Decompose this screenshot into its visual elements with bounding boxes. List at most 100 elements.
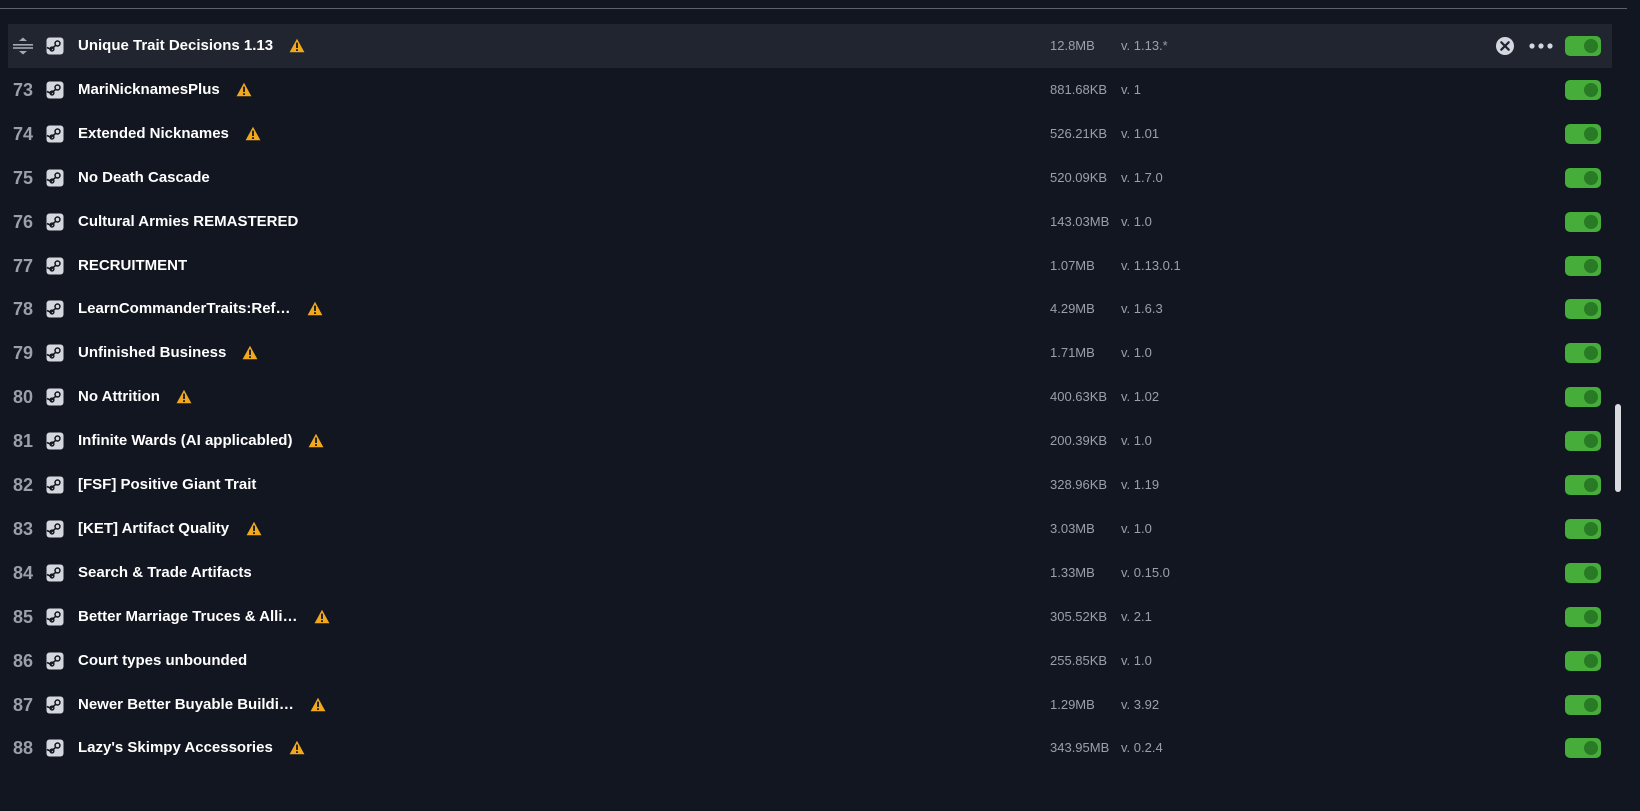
mod-version: v. 1.0	[1121, 652, 1152, 668]
mod-row[interactable]: 85 Better Marriage Truces & Alli… 305.52KB…	[8, 595, 1612, 639]
mod-row[interactable]: 76 Cultural Armies REMASTERED 143.03MB v. 1…	[8, 200, 1612, 244]
mod-manager-page: Unique Trait Decisions 1.13 12.8MB v. 1.13…	[0, 0, 1640, 811]
mod-row[interactable]: 82 [FSF] Positive Giant Trait 328.96KB v. 1…	[8, 463, 1612, 507]
mod-size: 526.21KB	[1050, 125, 1108, 141]
enable-toggle[interactable]	[1565, 387, 1601, 408]
mod-version: v. 2.1	[1121, 608, 1152, 624]
mod-list: Unique Trait Decisions 1.13 12.8MB v. 1.13…	[8, 24, 1612, 811]
mod-row[interactable]: 74 Extended Nicknames 526.21KB v. 1.01	[8, 112, 1612, 156]
mod-row[interactable]: 73 MariNicknamesPlus 881.68KB v. 1	[8, 68, 1612, 112]
mod-name: Unique Trait Decisions 1.13	[78, 37, 274, 54]
warning-icon[interactable]	[242, 345, 258, 360]
more-options-icon[interactable]	[1528, 36, 1554, 56]
toggle-knob	[1584, 126, 1598, 141]
warning-icon[interactable]	[176, 389, 192, 404]
steam-icon	[46, 652, 64, 670]
top-divider	[0, 8, 1627, 9]
enable-toggle[interactable]	[1565, 650, 1601, 671]
warning-icon[interactable]	[289, 38, 305, 53]
mod-row[interactable]: 80 No Attrition 400.63KB v. 1.02	[8, 375, 1612, 419]
steam-icon	[46, 125, 64, 143]
warning-icon[interactable]	[246, 521, 262, 536]
load-order-index: 78	[12, 299, 34, 320]
mod-row[interactable]: 75 No Death Cascade 520.09KB v. 1.7.0	[8, 156, 1612, 200]
mod-size: 3.03MB	[1050, 520, 1095, 536]
mod-row[interactable]: 81 Infinite Wards (AI applicabled) 200.39K…	[8, 419, 1612, 463]
mod-row[interactable]: 83 [KET] Artifact Quality 3.03MB v. 1.0	[8, 507, 1612, 551]
enable-toggle[interactable]	[1565, 255, 1601, 276]
mod-size: 1.07MB	[1050, 257, 1095, 273]
mod-name: Better Marriage Truces & Alli…	[78, 607, 298, 625]
steam-icon	[46, 696, 64, 714]
enable-toggle[interactable]	[1565, 299, 1601, 320]
steam-icon	[46, 213, 64, 231]
mod-row[interactable]: Unique Trait Decisions 1.13 12.8MB v. 1.13…	[8, 24, 1612, 68]
mod-size: 200.39KB	[1050, 433, 1108, 449]
warning-icon[interactable]	[307, 301, 323, 316]
mod-row[interactable]: 78 LearnCommanderTraits:Ref… 4.29MB v. 1.6.…	[8, 287, 1612, 331]
mod-row[interactable]: 84 Search & Trade Artifacts 1.33MB v. 0.15.…	[8, 551, 1612, 595]
scrollbar-thumb[interactable]	[1615, 404, 1621, 492]
mod-row[interactable]: 86 Court types unbounded 255.85KB v. 1.0	[8, 639, 1612, 683]
enable-toggle[interactable]	[1565, 694, 1601, 715]
enable-toggle[interactable]	[1565, 123, 1601, 144]
load-order-index: 80	[12, 387, 34, 408]
mod-version: v. 1.13.0.1	[1121, 257, 1181, 273]
remove-mod-icon[interactable]	[1495, 36, 1515, 56]
mod-row[interactable]: 88 Lazy's Skimpy Accessories 343.95MB v. 0.…	[8, 726, 1612, 770]
toggle-knob	[1584, 478, 1598, 492]
mod-version: v. 1.6.3	[1121, 301, 1163, 317]
mod-row[interactable]: 79 Unfinished Business 1.71MB v. 1.0	[8, 331, 1612, 375]
toggle-knob	[1584, 565, 1598, 580]
warning-icon[interactable]	[310, 697, 326, 712]
mod-row[interactable]: 77 RECRUITMENT 1.07MB v. 1.13.0.1	[8, 244, 1612, 288]
toggle-knob	[1584, 697, 1598, 712]
steam-icon	[46, 388, 64, 406]
mod-version: v. 1.19	[1121, 477, 1160, 492]
warning-icon[interactable]	[308, 433, 324, 448]
mod-size: 520.09KB	[1050, 169, 1108, 185]
enable-toggle[interactable]	[1565, 36, 1601, 56]
mod-size: 305.52KB	[1050, 608, 1108, 624]
mod-name: [FSF] Positive Giant Trait	[78, 476, 257, 493]
toggle-knob	[1584, 82, 1598, 97]
toggle-knob	[1584, 653, 1598, 668]
load-order-index: 85	[12, 606, 34, 627]
mod-size: 343.95MB	[1050, 740, 1110, 756]
mod-size: 1.71MB	[1050, 345, 1095, 361]
enable-toggle[interactable]	[1565, 606, 1601, 627]
mod-name: Search & Trade Artifacts	[78, 563, 252, 581]
load-order-index: 75	[12, 167, 34, 188]
mod-version: v. 1.0	[1121, 213, 1152, 229]
mod-version: v. 1.0	[1121, 520, 1152, 536]
enable-toggle[interactable]	[1565, 431, 1601, 452]
enable-toggle[interactable]	[1565, 518, 1601, 539]
mod-name: Lazy's Skimpy Accessories	[78, 739, 273, 757]
steam-icon	[46, 37, 64, 55]
warning-icon[interactable]	[245, 126, 261, 141]
enable-toggle[interactable]	[1565, 343, 1601, 364]
mod-version: v. 1.7.0	[1121, 169, 1163, 185]
enable-toggle[interactable]	[1565, 562, 1601, 583]
load-order-index: 88	[12, 738, 34, 759]
enable-toggle[interactable]	[1565, 79, 1601, 100]
mod-size: 4.29MB	[1050, 301, 1095, 317]
mod-name: Newer Better Buyable Buildi…	[78, 695, 294, 713]
mod-version: v. 1.0	[1121, 345, 1152, 361]
enable-toggle[interactable]	[1565, 738, 1601, 759]
mod-size: 12.8MB	[1050, 38, 1095, 53]
warning-icon[interactable]	[236, 82, 252, 97]
steam-icon	[46, 257, 64, 275]
toggle-knob	[1584, 170, 1598, 185]
warning-icon[interactable]	[289, 740, 305, 755]
mod-name: Infinite Wards (AI applicabled)	[78, 432, 293, 450]
mod-row[interactable]: 87 Newer Better Buyable Buildi… 1.29MB v. 3…	[8, 683, 1612, 727]
toggle-knob	[1584, 741, 1598, 756]
warning-icon[interactable]	[314, 609, 330, 624]
enable-toggle[interactable]	[1565, 475, 1601, 495]
load-order-index: 73	[12, 79, 34, 100]
enable-toggle[interactable]	[1565, 167, 1601, 188]
enable-toggle[interactable]	[1565, 211, 1601, 232]
mod-version: v. 1.13.*	[1121, 38, 1168, 53]
drag-handle-icon[interactable]	[12, 36, 34, 56]
